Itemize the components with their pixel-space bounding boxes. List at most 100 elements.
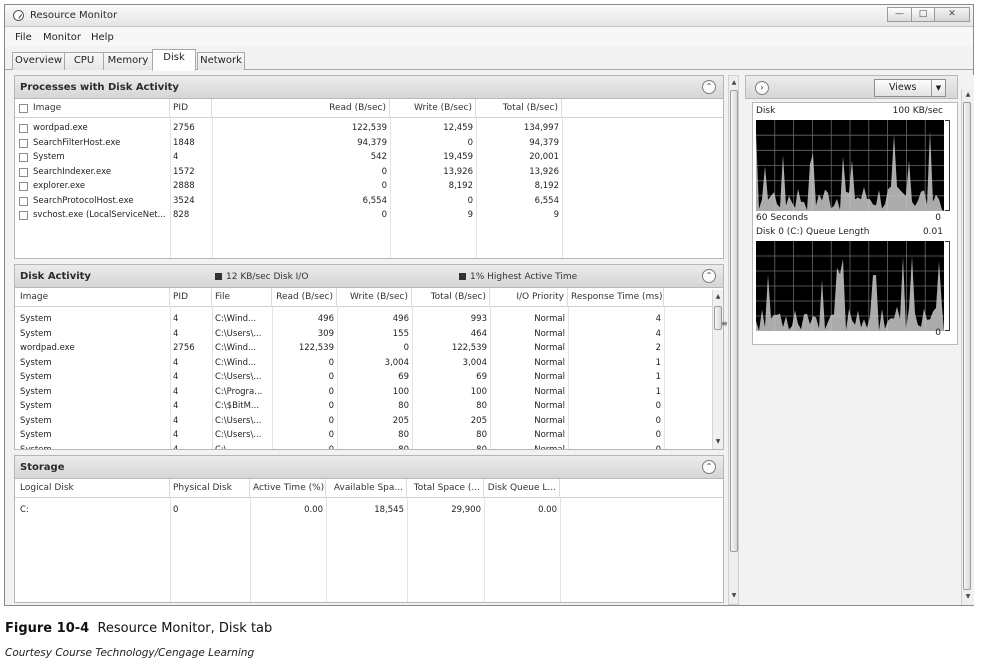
processes-panel: Processes with Disk Activity ⌃ Image PID…	[14, 75, 724, 259]
cell-logical-disk: C:	[20, 505, 29, 515]
scroll-thumb[interactable]	[730, 90, 738, 552]
tab-disk[interactable]: Disk	[152, 49, 196, 71]
cell-io-priority: Normal	[534, 357, 565, 368]
cell-read: 122,539	[351, 123, 387, 133]
cell-total: 20,001	[529, 152, 559, 162]
collapse-icon[interactable]: ⌃	[702, 460, 716, 474]
scroll-down-icon[interactable]: ▼	[963, 592, 973, 602]
cell-response-time: 0	[655, 401, 661, 411]
disk-activity-scrollbar[interactable]: ▲ ▼	[712, 290, 723, 449]
cell-read: 0	[328, 372, 334, 382]
cell-total: 80	[476, 430, 487, 440]
cell-total-space: 29,900	[451, 505, 481, 515]
tab-overview[interactable]: Overview	[12, 52, 65, 70]
process-checkbox[interactable]	[19, 182, 28, 191]
col-write[interactable]: Write (B/sec)	[337, 288, 412, 307]
col-file[interactable]: File	[212, 288, 272, 307]
process-checkbox[interactable]	[19, 138, 28, 148]
select-all-checkbox[interactable]	[19, 104, 28, 113]
col-active-time[interactable]: Active Time (%)	[250, 479, 326, 498]
window-title: Resource Monitor	[30, 10, 118, 21]
process-checkbox[interactable]	[19, 153, 28, 162]
cell-read: 94,379	[357, 137, 387, 148]
scroll-down-icon[interactable]: ▼	[713, 437, 723, 447]
cell-file: C:\Users\...	[215, 372, 262, 382]
col-disk-queue-length[interactable]: Disk Queue L...	[484, 479, 560, 498]
col-response-time[interactable]: Response Time (ms)	[568, 288, 664, 307]
tab-memory[interactable]: Memory	[103, 52, 153, 70]
col-image[interactable]: Image	[15, 288, 170, 307]
col-pid[interactable]: PID	[170, 288, 212, 307]
storage-header[interactable]: Storage ⌃	[15, 456, 723, 479]
queue-graph-title: Disk 0 (C:) Queue Length	[756, 227, 870, 237]
pane-splitter[interactable]: ▲ ▼ ≡	[721, 75, 745, 605]
cell-pid: 828	[173, 210, 190, 220]
graph-pane-scrollbar[interactable]: ▲ ▼	[961, 89, 973, 605]
minimize-icon: —	[895, 9, 904, 19]
disk-activity-header[interactable]: Disk Activity 12 KB/sec Disk I/O 1% High…	[15, 265, 723, 288]
collapse-icon[interactable]: ⌃	[702, 80, 716, 94]
cell-pid: 2756	[173, 123, 195, 133]
cell-pid: 3524	[173, 195, 195, 206]
menu-file[interactable]: File	[15, 32, 32, 43]
dropdown-arrow-icon[interactable]: ▼	[931, 80, 945, 96]
cell-pid: 2756	[173, 343, 195, 353]
col-physical-disk[interactable]: Physical Disk	[170, 479, 250, 498]
scroll-up-icon[interactable]: ▲	[729, 78, 739, 88]
graph-pane-header: › Views ▼	[745, 75, 958, 99]
menu-monitor[interactable]: Monitor	[43, 32, 81, 43]
cell-available-space: 18,545	[374, 505, 404, 515]
active-time-legend: 1% Highest Active Time	[459, 272, 577, 282]
col-total[interactable]: Total (B/sec)	[476, 99, 562, 118]
cell-pid: 4	[173, 430, 179, 440]
col-image[interactable]: Image	[30, 99, 170, 118]
cell-write: 80	[398, 444, 409, 450]
minimize-button[interactable]: —	[887, 7, 912, 22]
views-button[interactable]: Views ▼	[874, 79, 946, 97]
col-io-priority[interactable]: I/O Priority	[490, 288, 568, 307]
main-scrollbar[interactable]: ▲ ▼	[728, 75, 739, 605]
disk-activity-panel: Disk Activity 12 KB/sec Disk I/O 1% High…	[14, 264, 724, 450]
close-button[interactable]: ✕	[934, 7, 970, 22]
menu-help[interactable]: Help	[91, 32, 114, 43]
cell-read: 0	[381, 166, 387, 177]
col-read[interactable]: Read (B/sec)	[212, 99, 390, 118]
collapse-icon[interactable]: ⌃	[702, 269, 716, 283]
scroll-thumb[interactable]	[963, 102, 971, 590]
col-available-space[interactable]: Available Spa...	[326, 479, 407, 498]
col-logical-disk[interactable]: Logical Disk	[15, 479, 170, 498]
cell-file: C:\$BitM...	[215, 401, 260, 411]
scroll-down-icon[interactable]: ▼	[729, 591, 739, 601]
tab-cpu[interactable]: CPU	[64, 52, 104, 70]
cell-total: 80	[476, 444, 487, 450]
scroll-up-icon[interactable]: ▲	[713, 292, 723, 302]
cell-image: System	[20, 430, 52, 440]
col-read[interactable]: Read (B/sec)	[272, 288, 337, 307]
cell-read: 0	[328, 401, 334, 411]
cell-write: 3,004	[384, 357, 409, 368]
col-total[interactable]: Total (B/sec)	[412, 288, 490, 307]
col-pid[interactable]: PID	[170, 99, 212, 118]
cell-image: wordpad.exe	[20, 343, 75, 353]
process-checkbox[interactable]	[19, 196, 28, 206]
process-checkbox[interactable]	[19, 211, 28, 220]
graphs-container: Disk 100 KB/sec 60 Seconds 0 Disk 0 (C:)…	[752, 102, 958, 345]
cell-total: 993	[470, 314, 487, 324]
cell-io-priority: Normal	[534, 343, 565, 353]
splitter-grip-icon[interactable]: ≡	[721, 319, 728, 328]
scroll-up-icon[interactable]: ▲	[963, 90, 973, 100]
col-write[interactable]: Write (B/sec)	[390, 99, 476, 118]
processes-header[interactable]: Processes with Disk Activity ⌃	[15, 76, 723, 99]
col-total-space[interactable]: Total Space (...	[407, 479, 484, 498]
disk-graph-max: 100 KB/sec	[892, 106, 943, 116]
cell-file: C:\...	[215, 444, 235, 450]
process-checkbox[interactable]	[19, 124, 28, 133]
cell-image: svchost.exe (LocalServiceNet...	[33, 210, 166, 220]
cell-total: 69	[476, 372, 487, 382]
process-checkbox[interactable]	[19, 167, 28, 177]
maximize-button[interactable]: □	[911, 7, 935, 22]
cell-read: 0	[381, 181, 387, 191]
tab-network[interactable]: Network	[197, 52, 245, 70]
expand-icon[interactable]: ›	[755, 81, 769, 95]
cell-io-priority: Normal	[534, 444, 565, 450]
